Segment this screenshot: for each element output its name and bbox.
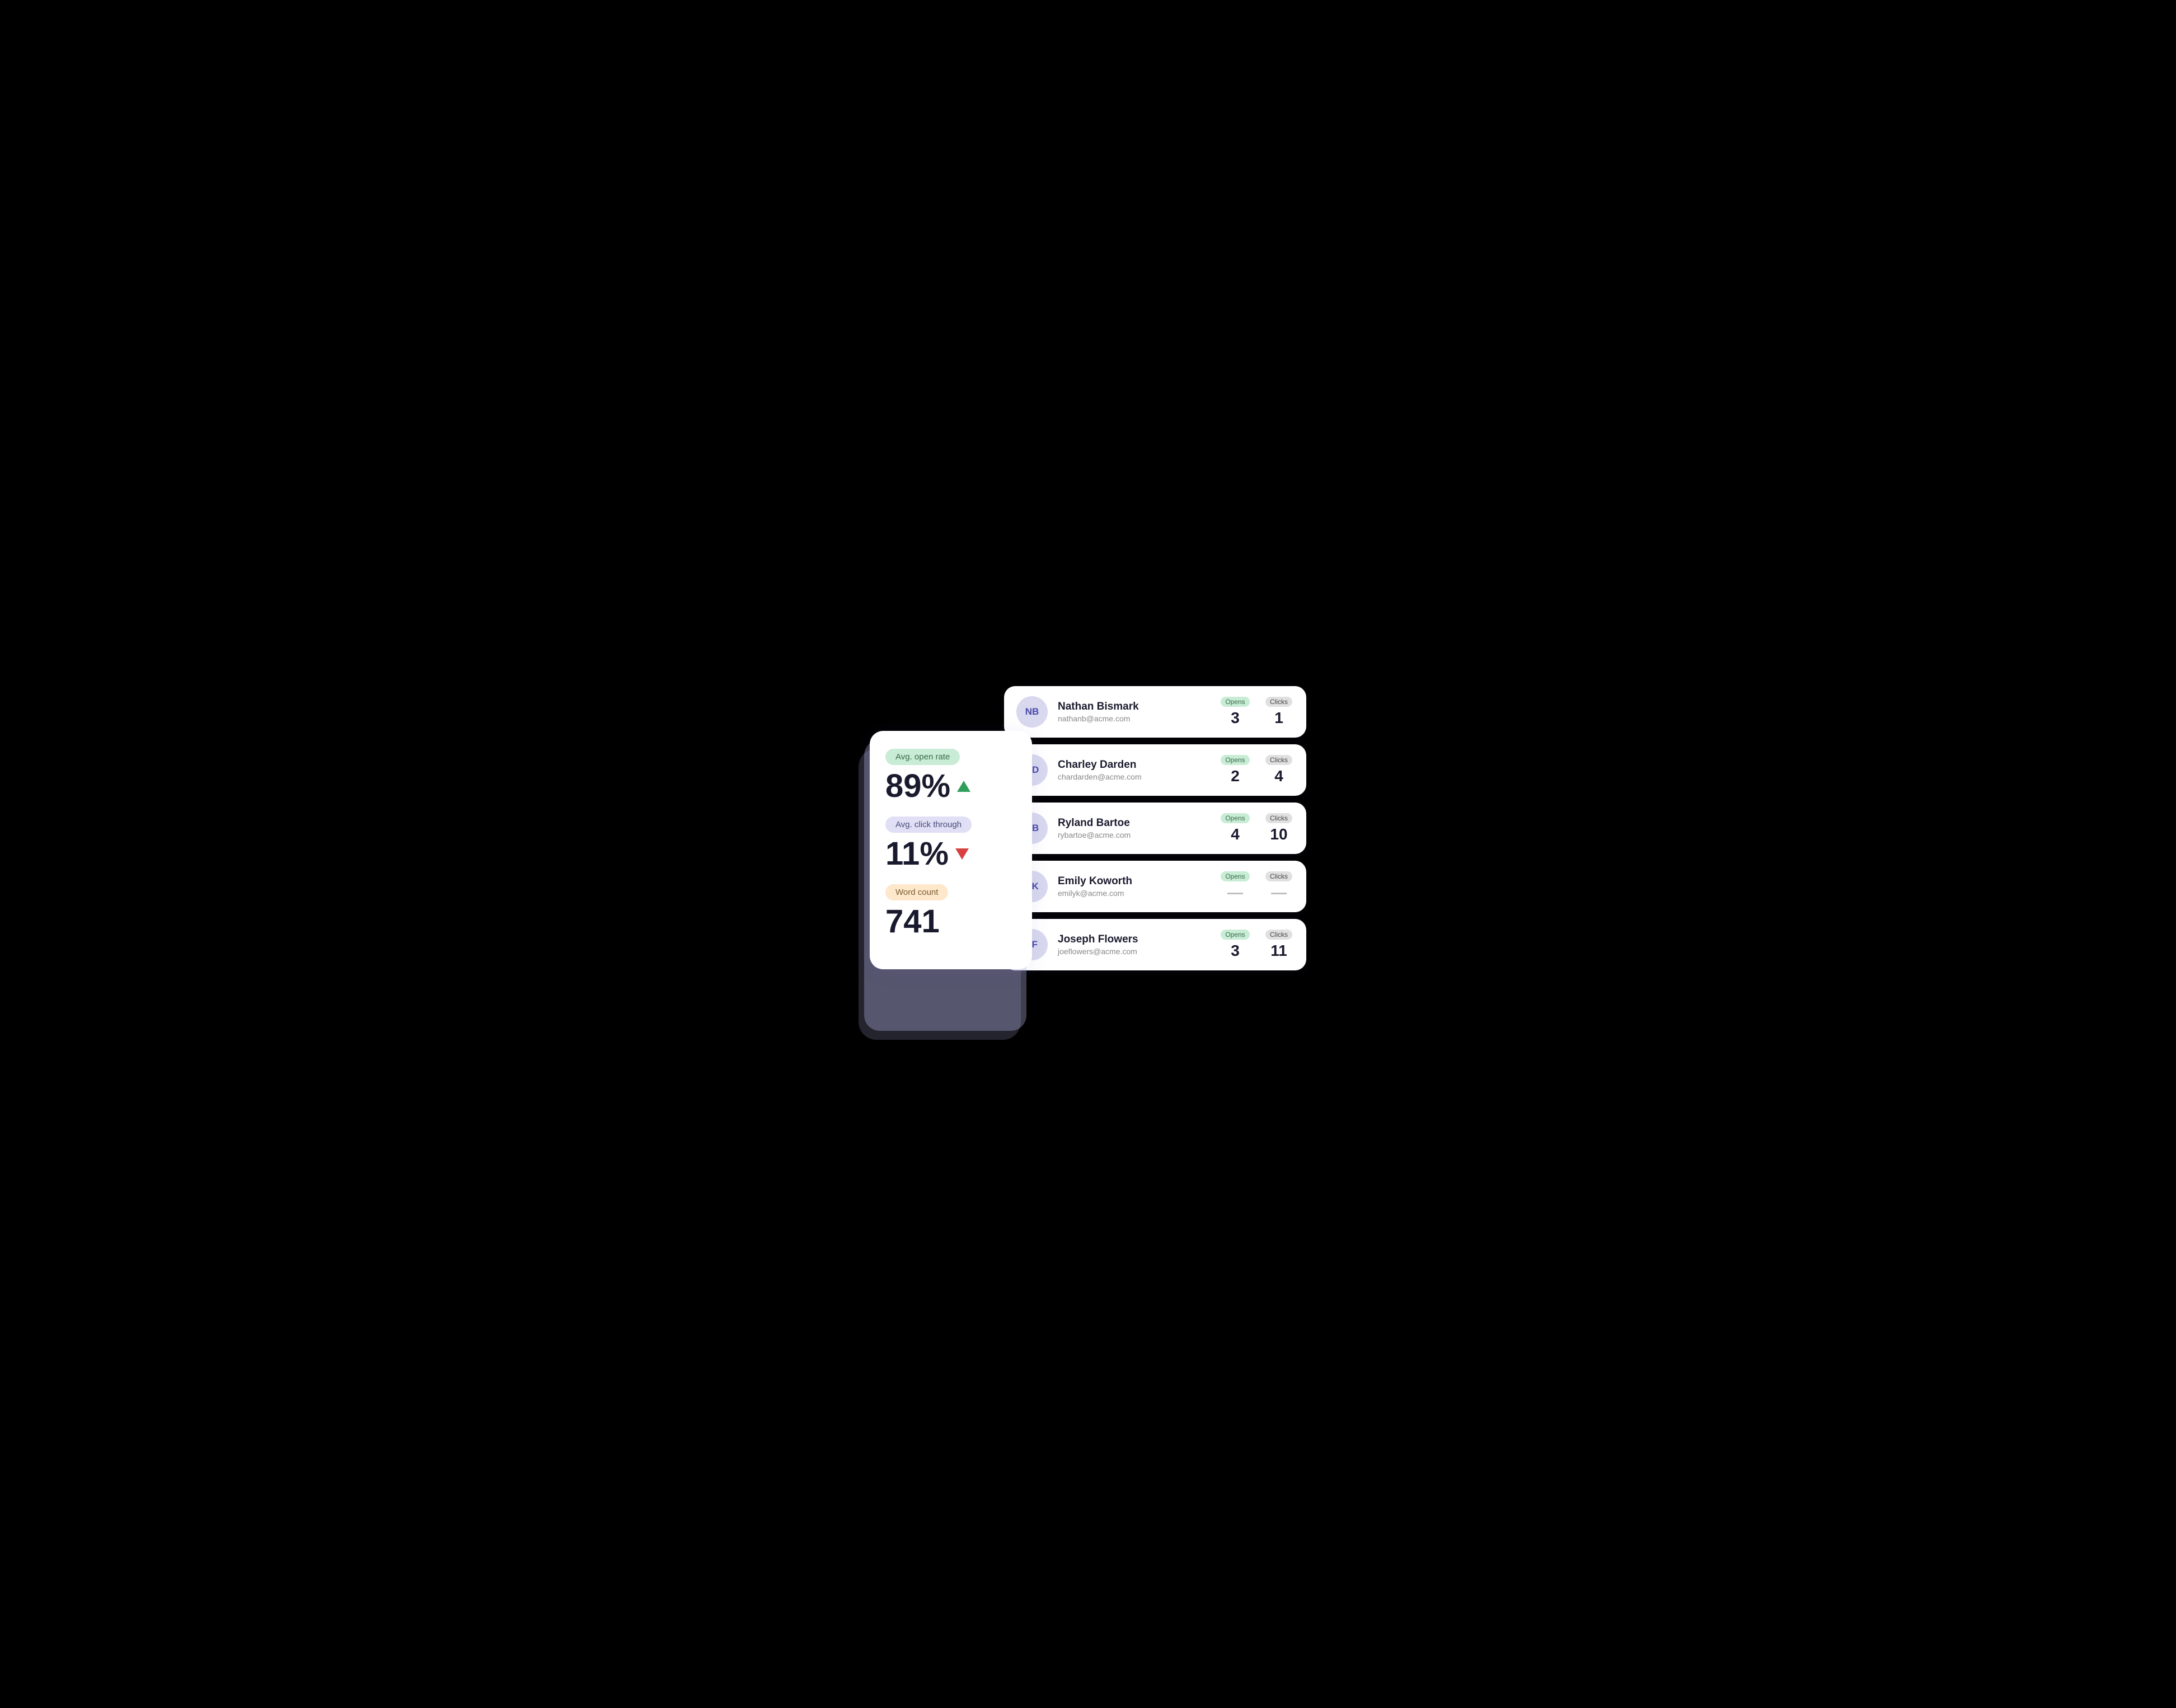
opens-col: Opens 2	[1220, 755, 1250, 785]
stats-cols: Opens 3 Clicks 1	[1220, 697, 1294, 727]
contact-card: RB Ryland Bartoe rybartoe@acme.com Opens…	[1004, 803, 1306, 854]
clicks-col: Clicks —	[1264, 871, 1294, 902]
clicks-label: Clicks	[1265, 871, 1292, 881]
contact-card: CD Charley Darden chardarden@acme.com Op…	[1004, 744, 1306, 796]
clicks-value: 10	[1270, 825, 1287, 843]
opens-value: —	[1227, 884, 1243, 902]
clicks-label: Clicks	[1265, 813, 1292, 823]
clicks-col: Clicks 11	[1264, 930, 1294, 960]
clicks-col: Clicks 4	[1264, 755, 1294, 785]
trend-down-icon	[955, 848, 969, 860]
clicks-label: Clicks	[1265, 755, 1292, 765]
clicks-col: Clicks 1	[1264, 697, 1294, 727]
contact-name: Joseph Flowers	[1058, 933, 1210, 946]
contact-info: Joseph Flowers joeflowers@acme.com	[1058, 933, 1210, 956]
avg-click-through-label: Avg. click through	[885, 817, 972, 833]
avg-click-through-value: 11%	[885, 836, 1016, 872]
word-count-label: Word count	[885, 884, 948, 900]
contact-name: Nathan Bismark	[1058, 701, 1210, 713]
stats-cols: Opens — Clicks —	[1220, 871, 1294, 902]
contact-card: EK Emily Koworth emilyk@acme.com Opens —…	[1004, 861, 1306, 912]
clicks-value: 11	[1270, 942, 1287, 960]
contact-card: NB Nathan Bismark nathanb@acme.com Opens…	[1004, 686, 1306, 738]
clicks-label: Clicks	[1265, 930, 1292, 940]
opens-label: Opens	[1221, 813, 1249, 823]
avg-open-rate-value: 89%	[885, 768, 1016, 804]
contact-email: nathanb@acme.com	[1058, 714, 1210, 723]
stats-cols: Opens 3 Clicks 11	[1220, 930, 1294, 960]
opens-label: Opens	[1221, 871, 1249, 881]
clicks-value: 4	[1274, 767, 1283, 785]
contact-name: Ryland Bartoe	[1058, 817, 1210, 829]
opens-col: Opens 3	[1220, 930, 1250, 960]
contact-email: joeflowers@acme.com	[1058, 947, 1210, 956]
opens-value: 3	[1231, 942, 1240, 960]
opens-value: 2	[1231, 767, 1240, 785]
opens-col: Opens 4	[1220, 813, 1250, 843]
contact-name: Emily Koworth	[1058, 875, 1210, 888]
contact-info: Charley Darden chardarden@acme.com	[1058, 759, 1210, 781]
contact-email: emilyk@acme.com	[1058, 889, 1210, 898]
trend-up-icon	[957, 781, 970, 792]
contact-card: JF Joseph Flowers joeflowers@acme.com Op…	[1004, 919, 1306, 970]
contact-name: Charley Darden	[1058, 759, 1210, 771]
contact-info: Emily Koworth emilyk@acme.com	[1058, 875, 1210, 898]
opens-label: Opens	[1221, 697, 1249, 707]
scene: Avg. open rate 89% Avg. click through 11…	[870, 686, 1306, 1022]
stats-cols: Opens 4 Clicks 10	[1220, 813, 1294, 843]
clicks-col: Clicks 10	[1264, 813, 1294, 843]
clicks-value: —	[1271, 884, 1287, 902]
stats-cols: Opens 2 Clicks 4	[1220, 755, 1294, 785]
contact-email: chardarden@acme.com	[1058, 772, 1210, 781]
opens-col: Opens —	[1220, 871, 1250, 902]
contacts-list: NB Nathan Bismark nathanb@acme.com Opens…	[1004, 686, 1306, 970]
avatar: NB	[1016, 696, 1048, 728]
word-count-value: 741	[885, 904, 1016, 940]
opens-label: Opens	[1221, 930, 1249, 940]
clicks-label: Clicks	[1265, 697, 1292, 707]
opens-col: Opens 3	[1220, 697, 1250, 727]
contact-email: rybartoe@acme.com	[1058, 830, 1210, 839]
opens-value: 3	[1231, 709, 1240, 727]
opens-label: Opens	[1221, 755, 1249, 765]
stats-card: Avg. open rate 89% Avg. click through 11…	[870, 731, 1032, 969]
opens-value: 4	[1231, 825, 1240, 843]
avg-open-rate-label: Avg. open rate	[885, 749, 960, 765]
contact-info: Nathan Bismark nathanb@acme.com	[1058, 701, 1210, 723]
clicks-value: 1	[1274, 709, 1283, 727]
contact-info: Ryland Bartoe rybartoe@acme.com	[1058, 817, 1210, 839]
